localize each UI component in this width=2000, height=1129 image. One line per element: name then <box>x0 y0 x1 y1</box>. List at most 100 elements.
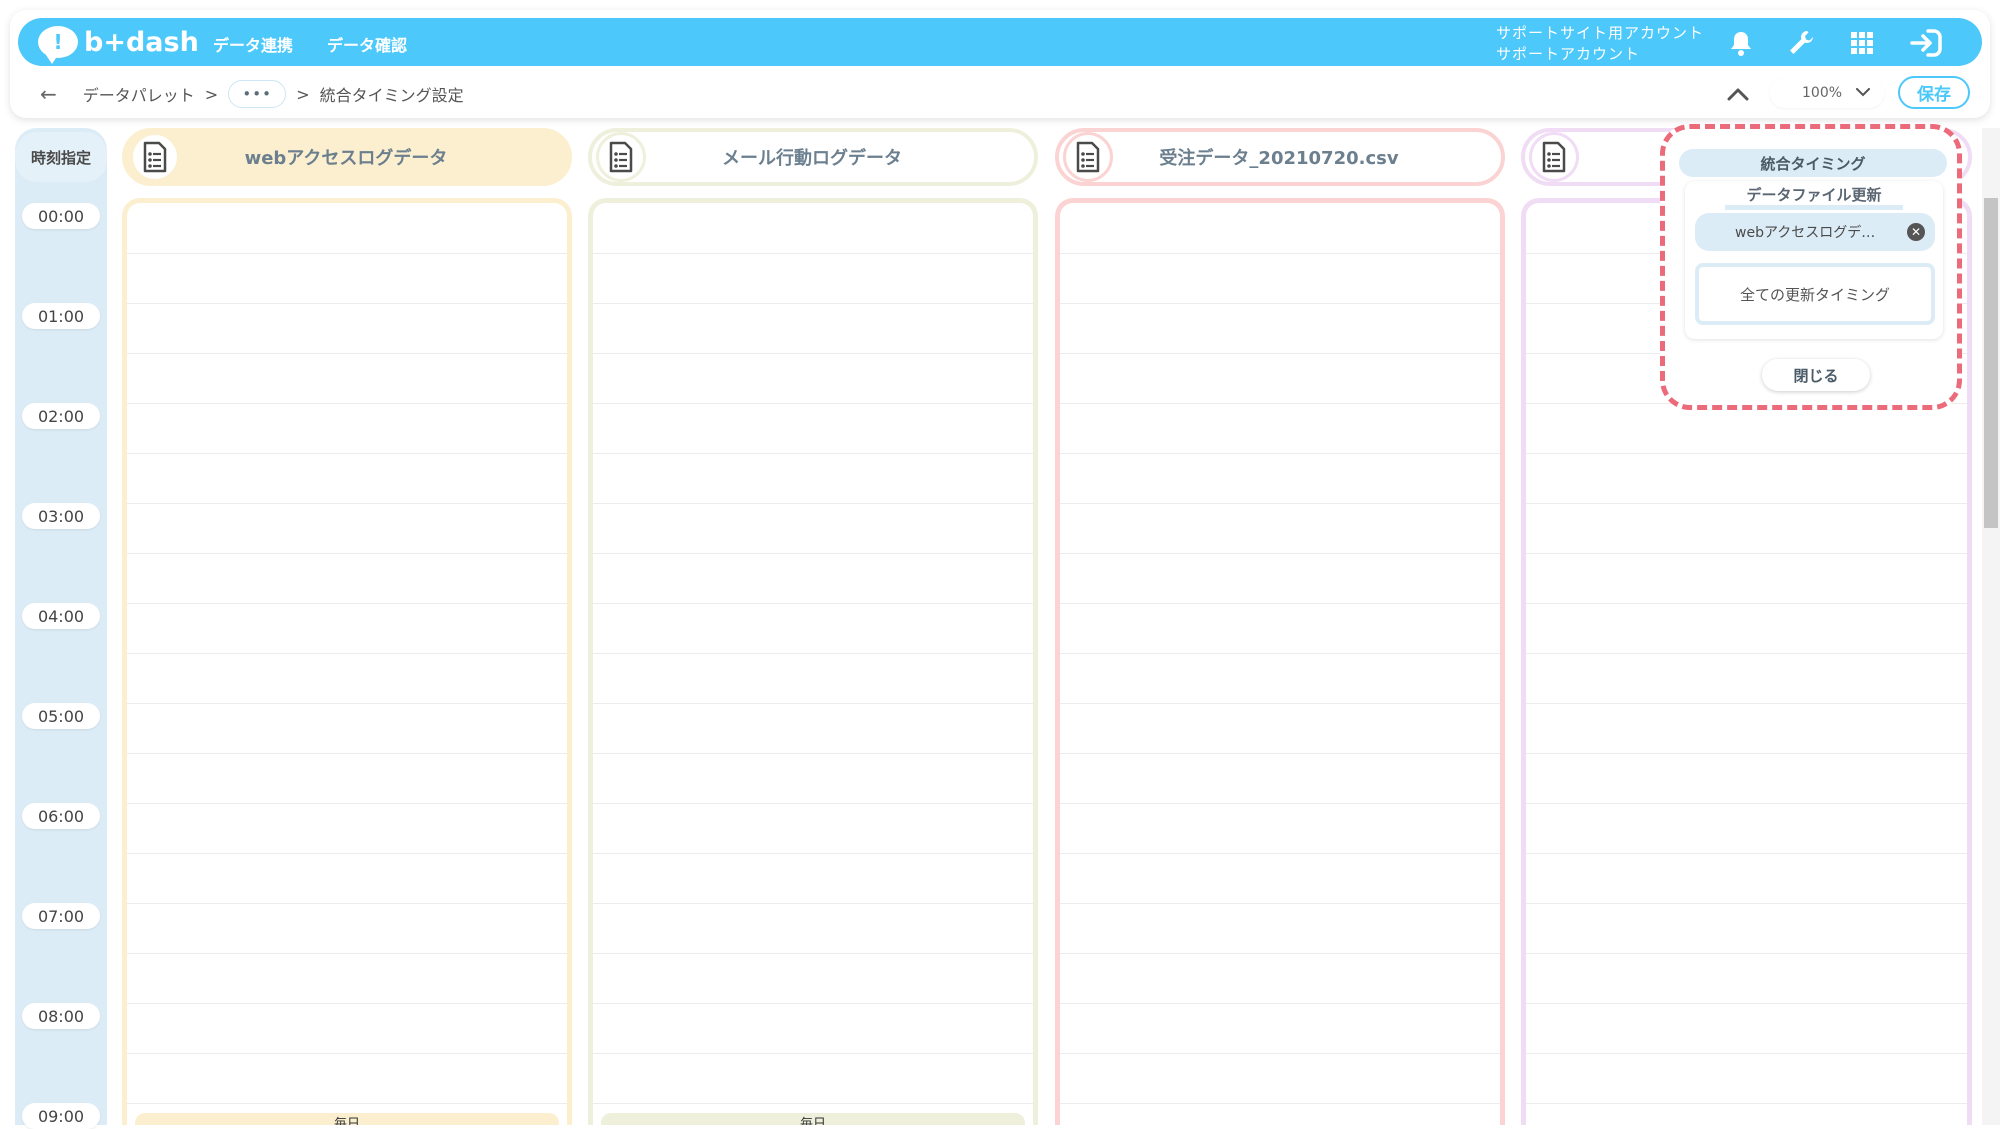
all-timing-option[interactable]: 全ての更新タイミング <box>1695 263 1935 325</box>
grid-line <box>1526 853 1967 854</box>
grid-line <box>127 553 567 554</box>
time-label: 07:00 <box>22 903 100 929</box>
grid-line <box>1060 403 1500 404</box>
schedule-block[interactable]: 毎日 <box>135 1113 559 1125</box>
scrollbar-thumb[interactable] <box>1984 198 1998 528</box>
grid-line <box>593 553 1033 554</box>
time-label: 08:00 <box>22 1003 100 1029</box>
grid-line <box>127 853 567 854</box>
grid-line <box>1060 353 1500 354</box>
nav-data-check[interactable]: データ確認 <box>327 32 407 56</box>
account-name: サポートサイト用アカウント <box>1496 24 1705 42</box>
time-label: 09:00 <box>22 1103 100 1129</box>
chevron-down-icon <box>1856 85 1870 101</box>
grid-line <box>593 1053 1033 1054</box>
breadcrumb: ← データパレット > ••• > 統合タイミング設定 <box>40 80 464 108</box>
grid-line <box>593 1103 1033 1104</box>
logo-text: b+dash <box>84 26 199 58</box>
grid-line <box>1526 1003 1967 1004</box>
grid-line <box>127 603 567 604</box>
chevron-up-icon[interactable] <box>1724 80 1752 108</box>
grid-line <box>1060 503 1500 504</box>
column-title: 受注データ_20210720.csv <box>1159 148 1399 169</box>
grid-line <box>593 253 1033 254</box>
popup-panel: データファイル更新 webアクセスログデ… ✕ 全ての更新タイミング <box>1685 181 1943 339</box>
column-header[interactable]: 受注データ_20210720.csv <box>1055 128 1505 186</box>
grid-line <box>1060 803 1500 804</box>
grid-line <box>1060 1103 1500 1104</box>
grid-line <box>1060 953 1500 954</box>
account-user: サポートアカウント <box>1496 45 1641 63</box>
grid-line <box>127 453 567 454</box>
zoom-value: 100% <box>1802 85 1843 101</box>
grid-line <box>127 403 567 404</box>
grid-line <box>1526 503 1967 504</box>
breadcrumb-data-palette[interactable]: データパレット <box>83 82 195 106</box>
grid-line <box>593 903 1033 904</box>
time-label: 00:00 <box>22 203 100 229</box>
grid-line <box>593 653 1033 654</box>
grid-line <box>127 703 567 704</box>
column-header[interactable]: メール行動ログデータ <box>588 128 1038 186</box>
grid-line <box>1526 603 1967 604</box>
grid-line <box>593 753 1033 754</box>
grid-line <box>593 303 1033 304</box>
grid-menu-icon[interactable] <box>1847 28 1877 58</box>
save-button[interactable]: 保存 <box>1898 76 1970 109</box>
close-circle-icon[interactable]: ✕ <box>1907 223 1925 241</box>
grid-line <box>127 953 567 954</box>
top-navigation-bar: ! b+dash データ連携 データ確認 サポートサイト用アカウント サポートア… <box>18 18 1982 66</box>
grid-line <box>127 803 567 804</box>
grid-line <box>127 903 567 904</box>
integration-timing-popup: 統合タイミング データファイル更新 webアクセスログデ… ✕ 全ての更新タイミ… <box>1660 124 1962 410</box>
grid-line <box>1526 653 1967 654</box>
column-timeline[interactable] <box>1055 198 1505 1125</box>
grid-line <box>1060 603 1500 604</box>
grid-line <box>1526 1103 1967 1104</box>
breadcrumb-more-button[interactable]: ••• <box>228 80 287 108</box>
time-label: 05:00 <box>22 703 100 729</box>
selected-file-chip[interactable]: webアクセスログデ… ✕ <box>1695 213 1935 251</box>
chip-label: webアクセスログデ… <box>1735 225 1876 241</box>
bell-icon[interactable] <box>1726 28 1756 58</box>
grid-line <box>1060 453 1500 454</box>
popup-title: 統合タイミング <box>1679 149 1947 177</box>
popup-subtitle: データファイル更新 <box>1725 185 1903 210</box>
document-icon <box>130 132 180 182</box>
time-label: 04:00 <box>22 603 100 629</box>
zoom-select[interactable]: 100% <box>1770 78 1884 108</box>
wrench-icon[interactable] <box>1786 28 1816 58</box>
account-info[interactable]: サポートサイト用アカウント サポートアカウント <box>1496 23 1704 65</box>
document-icon <box>596 132 646 182</box>
logo[interactable]: ! b+dash <box>38 24 199 64</box>
logout-icon[interactable] <box>1906 28 1946 58</box>
close-button[interactable]: 閉じる <box>1762 359 1870 391</box>
column-timeline[interactable]: 毎日 <box>588 198 1038 1125</box>
grid-line <box>1526 703 1967 704</box>
time-column-header[interactable]: 時刻指定 <box>15 132 107 182</box>
grid-line <box>593 453 1033 454</box>
column-title: メール行動ログデータ <box>722 148 902 169</box>
grid-line <box>1526 753 1967 754</box>
back-arrow-icon[interactable]: ← <box>40 82 57 106</box>
grid-line <box>1526 953 1967 954</box>
grid-line <box>1060 653 1500 654</box>
grid-line <box>1060 303 1500 304</box>
column-title: webアクセスログデータ <box>244 148 448 169</box>
column-header[interactable]: webアクセスログデータ <box>122 128 572 186</box>
grid-line <box>127 253 567 254</box>
nav-data-integration[interactable]: データ連携 <box>213 32 293 56</box>
grid-line <box>1060 703 1500 704</box>
grid-line <box>1526 803 1967 804</box>
time-label: 03:00 <box>22 503 100 529</box>
grid-line <box>1526 1053 1967 1054</box>
grid-line <box>127 753 567 754</box>
grid-line <box>1060 853 1500 854</box>
column-timeline[interactable]: 毎日 <box>122 198 572 1125</box>
grid-line <box>1526 903 1967 904</box>
schedule-block[interactable]: 毎日 <box>601 1113 1025 1125</box>
time-label: 06:00 <box>22 803 100 829</box>
grid-line <box>127 1053 567 1054</box>
grid-line <box>593 853 1033 854</box>
grid-line <box>1060 903 1500 904</box>
